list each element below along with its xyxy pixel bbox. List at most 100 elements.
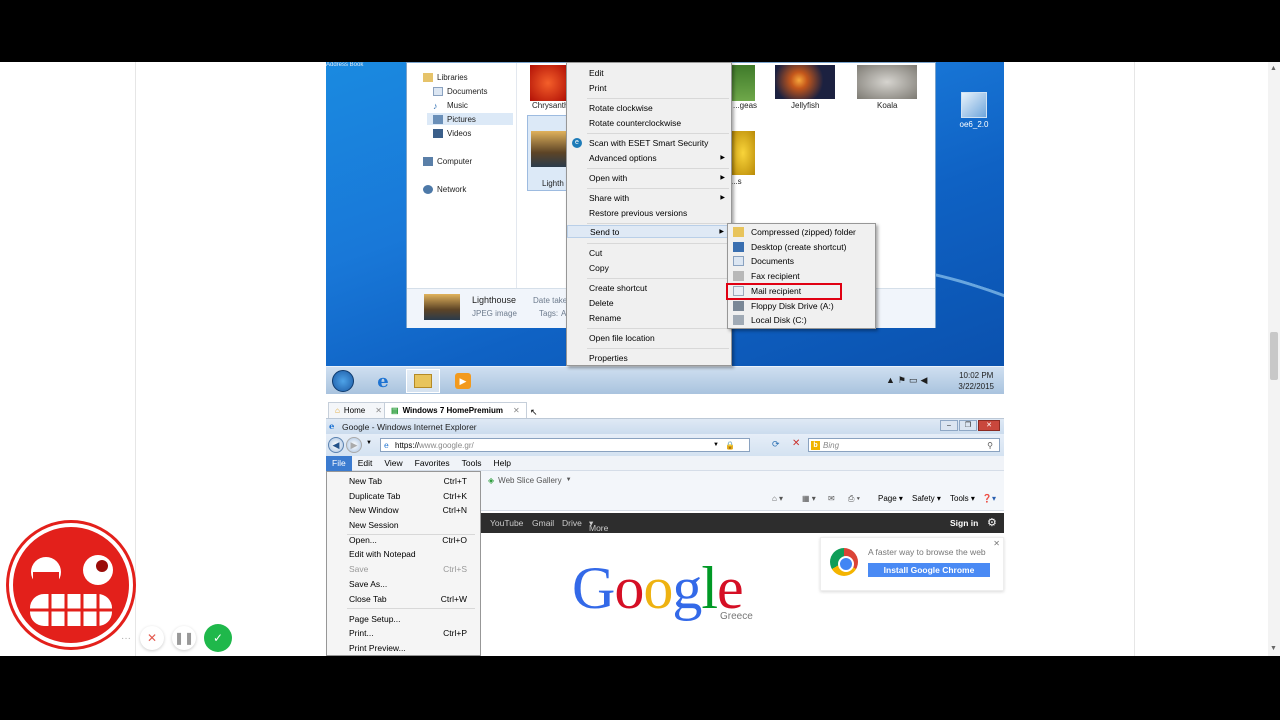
fm-page-setup[interactable]: Page Setup... bbox=[327, 612, 480, 626]
more-icon[interactable]: ··· bbox=[120, 626, 132, 650]
cancel-icon[interactable]: ✕ bbox=[140, 626, 164, 650]
robot-avatar[interactable] bbox=[6, 520, 136, 650]
back-icon[interactable]: ◀ bbox=[328, 437, 344, 453]
chrysanthemum-thumbnail[interactable] bbox=[530, 65, 566, 101]
nav-pictures[interactable]: Pictures bbox=[427, 113, 513, 125]
koala-thumbnail[interactable] bbox=[857, 65, 917, 99]
scroll-up-arrow-icon[interactable]: ▲ bbox=[1270, 65, 1277, 72]
safety-menu[interactable]: Safety ▾ bbox=[912, 494, 941, 503]
tray-clock[interactable]: 10:02 PM 3/22/2015 bbox=[958, 370, 994, 392]
sendto-fax-recipient[interactable]: Fax recipient bbox=[728, 269, 875, 283]
ctx-rotate-cw[interactable]: Rotate clockwise bbox=[567, 101, 731, 114]
taskbar-explorer-button[interactable] bbox=[406, 369, 440, 393]
taskbar-media-player-button[interactable]: ▶ bbox=[446, 369, 480, 393]
pause-icon[interactable]: ❚❚ bbox=[172, 626, 196, 650]
ctx-rotate-ccw[interactable]: Rotate counterclockwise bbox=[567, 116, 731, 129]
stop-icon[interactable]: ✕ bbox=[792, 438, 800, 449]
install-chrome-button[interactable]: Install Google Chrome bbox=[868, 563, 990, 577]
fm-open[interactable]: Open... Ctrl+O bbox=[327, 533, 480, 547]
ctx-create-shortcut[interactable]: Create shortcut bbox=[567, 281, 731, 294]
maximize-icon[interactable]: ❐ bbox=[959, 420, 977, 431]
ctx-advanced-options[interactable]: Advanced options ▶ bbox=[567, 151, 731, 164]
ctx-eset-scan[interactable]: e Scan with ESET Smart Security bbox=[567, 136, 731, 149]
sign-in-link[interactable]: Sign in bbox=[950, 518, 978, 528]
scrollbar-thumb[interactable] bbox=[1270, 332, 1278, 380]
search-field[interactable]: b Bing ⚲ bbox=[808, 438, 1000, 452]
hydrangeas-thumbnail[interactable] bbox=[731, 65, 755, 101]
sendto-desktop[interactable]: Desktop (create shortcut) bbox=[728, 240, 875, 254]
menu-view[interactable]: View bbox=[378, 456, 408, 471]
menu-favorites[interactable]: Favorites bbox=[409, 456, 456, 471]
ctx-cut[interactable]: Cut bbox=[567, 246, 731, 259]
settings-gear-icon[interactable]: ⚙ bbox=[987, 516, 997, 529]
sendto-compressed-folder[interactable]: Compressed (zipped) folder bbox=[728, 225, 875, 239]
taskbar-ie-button[interactable]: e bbox=[366, 369, 400, 393]
fm-print[interactable]: Print... Ctrl+P bbox=[327, 626, 480, 640]
fm-edit-with-notepad[interactable]: Edit with Notepad bbox=[327, 547, 480, 561]
ctx-rename[interactable]: Rename bbox=[567, 311, 731, 324]
sendto-documents[interactable]: Documents bbox=[728, 254, 875, 268]
link-more[interactable]: More ▾ bbox=[589, 518, 608, 533]
link-gmail[interactable]: Gmail bbox=[532, 518, 554, 528]
ctx-delete[interactable]: Delete bbox=[567, 296, 731, 309]
tab-windows7[interactable]: ▤ Windows 7 HomePremium ✕ bbox=[384, 402, 527, 418]
nav-documents[interactable]: Documents bbox=[433, 85, 487, 97]
ctx-copy[interactable]: Copy bbox=[567, 261, 731, 274]
ctx-print[interactable]: Print bbox=[567, 81, 731, 94]
nav-network[interactable]: Network bbox=[423, 183, 466, 195]
tray-icons[interactable]: ▲⚑▭◀ bbox=[886, 375, 930, 386]
fm-new-session[interactable]: New Session bbox=[327, 518, 480, 532]
menu-tools[interactable]: Tools bbox=[456, 456, 488, 471]
ctx-edit[interactable]: Edit bbox=[567, 66, 731, 79]
fm-new-tab[interactable]: New Tab Ctrl+T bbox=[327, 474, 480, 488]
scroll-down-arrow-icon[interactable]: ▼ bbox=[1270, 645, 1277, 652]
tab-home[interactable]: ⌂ Home ✕ bbox=[328, 402, 389, 418]
history-dropdown-icon[interactable]: ▼ bbox=[366, 440, 372, 446]
web-slice-gallery[interactable]: Web Slice Gallery bbox=[498, 476, 561, 485]
ctx-properties[interactable]: Properties bbox=[567, 351, 731, 364]
ctx-restore-versions[interactable]: Restore previous versions bbox=[567, 206, 731, 219]
tools-menu[interactable]: Tools ▾ bbox=[950, 494, 975, 503]
ctx-open-with[interactable]: Open with ▶ bbox=[567, 171, 731, 184]
nav-computer[interactable]: Computer bbox=[423, 155, 472, 167]
page-scrollbar[interactable]: ▲ ▼ bbox=[1268, 62, 1280, 656]
nav-music[interactable]: ♪ Music bbox=[433, 99, 468, 111]
help-icon[interactable]: ❓▾ bbox=[982, 494, 996, 503]
refresh-icon[interactable]: ⟳ bbox=[772, 439, 780, 450]
sendto-floppy[interactable]: Floppy Disk Drive (A:) bbox=[728, 299, 875, 313]
fm-new-window[interactable]: New Window Ctrl+N bbox=[327, 503, 480, 517]
menu-file[interactable]: File bbox=[326, 455, 352, 471]
link-drive[interactable]: Drive bbox=[562, 518, 582, 528]
lighthouse-thumbnail[interactable] bbox=[531, 131, 567, 167]
url-field[interactable]: e https://www.google.gr/ ▼ 🔒 bbox=[380, 438, 750, 452]
lock-icon[interactable]: 🔒 bbox=[725, 441, 735, 450]
mail-icon[interactable]: ✉ bbox=[828, 494, 835, 503]
link-youtube[interactable]: YouTube bbox=[490, 518, 523, 528]
ctx-open-file-location[interactable]: Open file location bbox=[567, 331, 731, 344]
desktop-icon-oe6[interactable]: oe6_2.0 bbox=[954, 92, 994, 129]
tulips-thumbnail[interactable] bbox=[731, 131, 755, 175]
close-icon[interactable]: ✕ bbox=[978, 420, 1000, 431]
dropdown-icon[interactable]: ▼ bbox=[566, 477, 572, 483]
print-icon[interactable]: ⎙ ▾ bbox=[848, 494, 860, 504]
feeds-icon[interactable]: ▦ ▾ bbox=[802, 494, 816, 503]
tab-close-icon[interactable]: ✕ bbox=[513, 406, 520, 415]
nav-libraries[interactable]: Libraries bbox=[423, 71, 468, 83]
ctx-share-with[interactable]: Share with ▶ bbox=[567, 191, 731, 204]
page-menu[interactable]: Page ▾ bbox=[878, 494, 903, 503]
menu-edit[interactable]: Edit bbox=[352, 456, 379, 471]
tab-close-icon[interactable]: ✕ bbox=[375, 406, 382, 415]
search-icon[interactable]: ⚲ bbox=[987, 441, 993, 450]
forward-icon[interactable]: ▶ bbox=[346, 437, 362, 453]
fm-close-tab[interactable]: Close Tab Ctrl+W bbox=[327, 592, 480, 606]
url-dropdown-icon[interactable]: ▼ bbox=[713, 442, 719, 448]
close-icon[interactable]: ✕ bbox=[993, 539, 1000, 548]
nav-videos[interactable]: Videos bbox=[433, 127, 471, 139]
ctx-send-to[interactable]: Send to ▶ bbox=[567, 225, 731, 238]
fm-duplicate-tab[interactable]: Duplicate Tab Ctrl+K bbox=[327, 489, 480, 503]
minimize-icon[interactable]: – bbox=[940, 420, 958, 431]
sendto-local-disk[interactable]: Local Disk (C:) bbox=[728, 313, 875, 327]
menu-help[interactable]: Help bbox=[487, 456, 516, 471]
fm-print-preview[interactable]: Print Preview... bbox=[327, 641, 480, 655]
jellyfish-thumbnail[interactable] bbox=[775, 65, 835, 99]
